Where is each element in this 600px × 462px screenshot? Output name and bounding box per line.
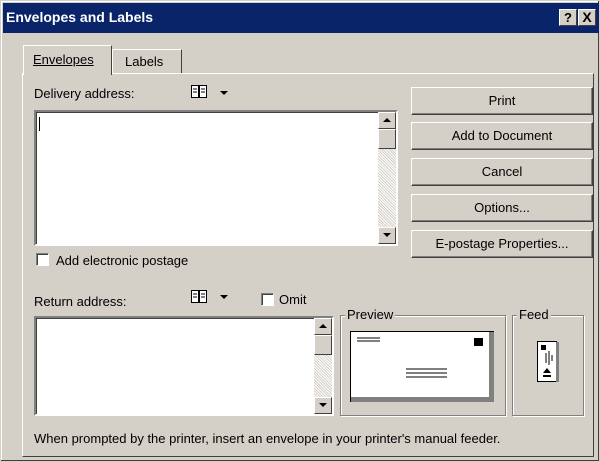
delivery-address-field[interactable] (34, 110, 398, 246)
epostage-properties-button[interactable]: E-postage Properties... (411, 230, 593, 258)
envelope-preview-icon[interactable] (350, 331, 495, 408)
options-button-label: Options... (474, 200, 530, 215)
delivery-address-label: Delivery address: (34, 86, 135, 101)
feed-group: Feed (512, 307, 584, 416)
return-address-label: Return address: (34, 294, 127, 309)
tab-labels[interactable]: Labels (112, 49, 182, 73)
scroll-up-icon[interactable] (314, 318, 332, 335)
return-scrollbar[interactable] (314, 318, 332, 414)
tab-labels-label: Labels (125, 54, 164, 69)
close-button[interactable]: X (578, 9, 596, 26)
options-button[interactable]: Options... (411, 194, 593, 222)
scroll-down-icon[interactable] (378, 227, 396, 244)
omit-label: Omit (279, 292, 307, 307)
tab-envelopes[interactable]: Envelopes (23, 45, 112, 75)
help-icon: ? (564, 10, 572, 25)
dropdown-arrow-icon[interactable] (220, 91, 228, 95)
dialog-title: Envelopes and Labels (6, 9, 154, 25)
close-icon: X (582, 9, 592, 25)
electronic-postage-label: Add electronic postage (56, 253, 189, 268)
epostage-properties-label: E-postage Properties... (435, 236, 569, 251)
envelopes-labels-dialog: Envelopes and Labels ? X Envelopes Label… (0, 0, 600, 462)
return-address-field[interactable] (34, 316, 334, 416)
help-button[interactable]: ? (559, 9, 577, 26)
print-button-label: Print (488, 93, 516, 108)
scroll-up-icon[interactable] (378, 112, 396, 129)
envelope-feed-icon[interactable] (537, 341, 559, 388)
electronic-postage-checkbox[interactable] (36, 253, 49, 266)
address-book-icon[interactable] (191, 84, 207, 99)
scroll-thumb[interactable] (378, 129, 396, 149)
preview-group: Preview (340, 307, 506, 416)
title-bar: Envelopes and Labels ? X (3, 3, 599, 33)
preview-label: Preview (345, 307, 396, 322)
address-book-icon[interactable] (191, 289, 207, 304)
scroll-down-icon[interactable] (314, 397, 332, 414)
feed-instruction-text: When prompted by the printer, insert an … (34, 431, 501, 446)
text-cursor (39, 117, 40, 131)
tab-envelopes-label: Envelopes (33, 52, 94, 67)
cancel-button-label: Cancel (481, 164, 523, 179)
omit-checkbox[interactable] (261, 293, 274, 306)
dropdown-arrow-icon[interactable] (220, 295, 228, 299)
add-to-document-button[interactable]: Add to Document (411, 122, 593, 150)
delivery-scrollbar[interactable] (378, 112, 396, 244)
print-button[interactable]: Print (411, 87, 593, 115)
scroll-thumb[interactable] (314, 335, 332, 355)
cancel-button[interactable]: Cancel (411, 158, 593, 186)
add-to-document-label: Add to Document (451, 128, 553, 143)
feed-label: Feed (517, 307, 551, 322)
